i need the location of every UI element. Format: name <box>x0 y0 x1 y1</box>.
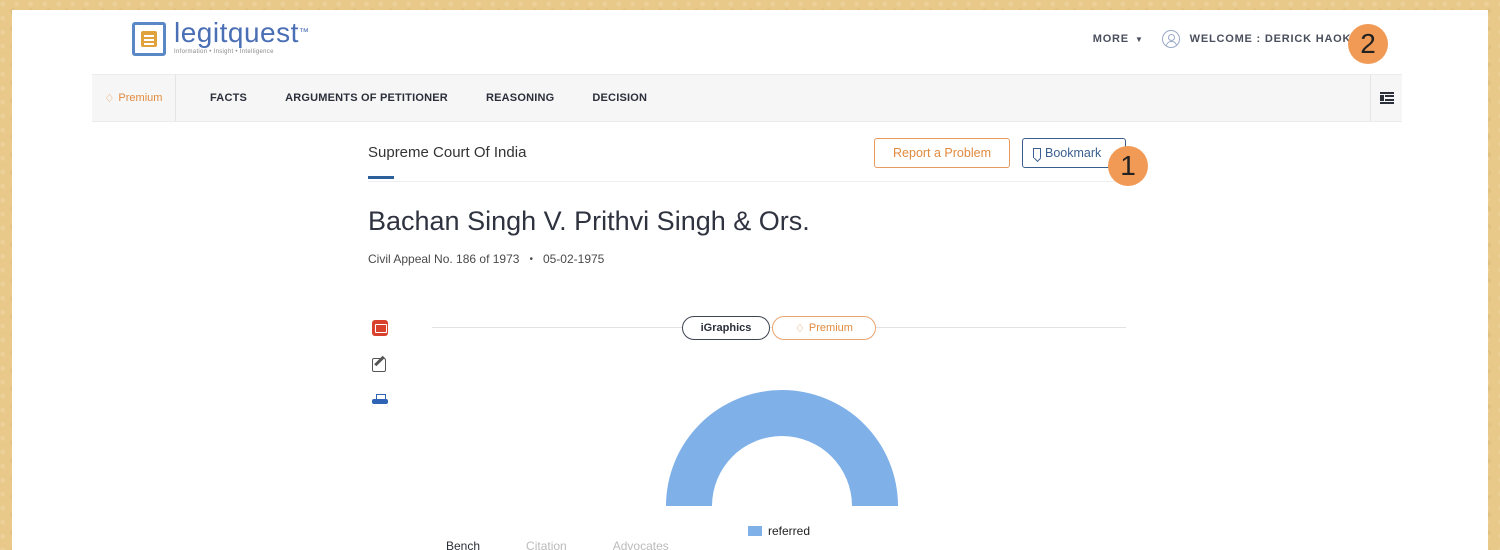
more-label: MORE <box>1092 33 1129 45</box>
tab-bench[interactable]: Bench <box>446 539 480 550</box>
meta-separator: • <box>529 253 533 265</box>
diamond-icon: ♢ <box>795 322 805 335</box>
envelope-icon[interactable] <box>372 320 388 336</box>
legend-label: referred <box>768 524 811 538</box>
top-header: legitquest™ Information • Insight • Inte… <box>12 10 1488 74</box>
logo-trademark: ™ <box>298 27 310 38</box>
igraphics-premium-label: Premium <box>808 322 853 334</box>
user-icon <box>1161 30 1180 48</box>
case-title: Bachan Singh V. Prithvi Singh & Ors. <box>368 206 810 236</box>
annotation-badge-2: 2 <box>1348 24 1388 64</box>
toc-toggle-button[interactable] <box>1370 75 1402 121</box>
nav-decision[interactable]: DECISION <box>592 92 647 104</box>
legend-swatch <box>748 526 762 536</box>
nav-arguments-of-petitioner[interactable]: ARGUMENTS OF PETITIONER <box>285 92 448 104</box>
action-icons <box>372 320 388 410</box>
court-name: Supreme Court Of India <box>368 144 527 161</box>
nav-premium[interactable]: ♢ Premium <box>92 75 176 121</box>
case-meta: Civil Appeal No. 186 of 1973 • 05-02-197… <box>368 252 604 266</box>
user-menu[interactable]: WELCOME : DERICK HAOKIP ▼ <box>1161 30 1378 48</box>
welcome-label: WELCOME : DERICK HAOKIP <box>1189 33 1364 45</box>
nav-facts[interactable]: FACTS <box>210 92 247 104</box>
bookmark-label: Bookmark <box>1045 146 1102 160</box>
edit-note-icon[interactable] <box>372 358 386 372</box>
court-header: Supreme Court Of India Report a Problem … <box>368 138 1128 182</box>
indent-list-icon <box>1379 92 1394 104</box>
logo-icon <box>132 22 166 56</box>
half-donut-chart <box>666 390 898 506</box>
section-nav: ♢ Premium FACTS ARGUMENTS OF PETITIONER … <box>92 74 1402 122</box>
logo-tagline: Information • Insight • Intelligence <box>174 49 274 55</box>
appeal-number: Civil Appeal No. 186 of 1973 <box>368 252 520 266</box>
nav-reasoning[interactable]: REASONING <box>486 92 554 104</box>
more-menu[interactable]: MORE ▼ <box>1093 33 1144 45</box>
tab-citation[interactable]: Citation <box>526 539 567 550</box>
diamond-icon: ♢ <box>104 92 115 105</box>
bookmark-icon <box>1033 148 1041 158</box>
judgment-date: 05-02-1975 <box>542 252 605 266</box>
igraphics-tabs: Bench Citation Advocates <box>446 539 669 550</box>
report-problem-button[interactable]: Report a Problem <box>874 138 1010 168</box>
logo-name: legitquest <box>174 17 299 48</box>
igraphics-premium-pill[interactable]: ♢ Premium <box>772 316 876 340</box>
caret-down-icon: ▼ <box>1134 34 1144 44</box>
app-frame: legitquest™ Information • Insight • Inte… <box>12 10 1488 550</box>
annotation-badge-1: 1 <box>1108 146 1148 186</box>
court-underline <box>368 176 394 179</box>
tab-advocates[interactable]: Advocates <box>613 539 669 550</box>
chart-legend: referred <box>748 524 810 538</box>
nav-premium-label: Premium <box>118 92 163 104</box>
igraphics-pill[interactable]: iGraphics <box>682 316 770 340</box>
chart-slice-referred[interactable] <box>666 390 898 506</box>
legitquest-logo[interactable]: legitquest™ Information • Insight • Inte… <box>132 18 309 56</box>
print-icon[interactable] <box>372 394 388 410</box>
